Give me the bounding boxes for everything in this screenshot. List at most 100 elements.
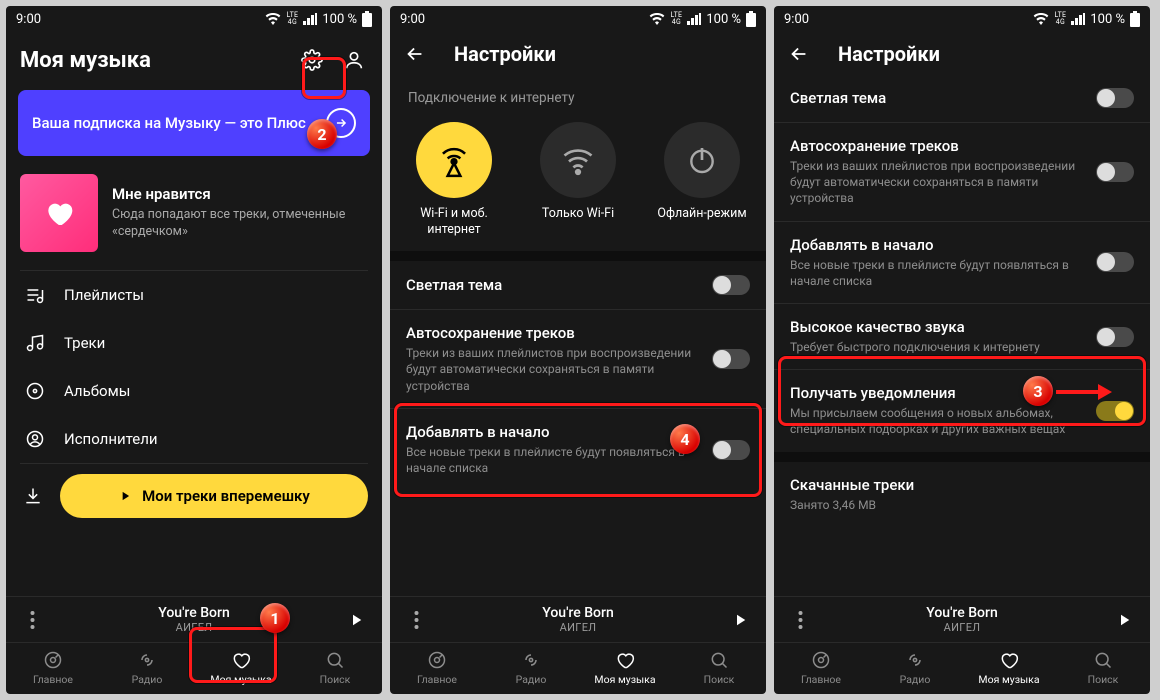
wifi-icon [265, 13, 281, 25]
more-icon[interactable] [18, 611, 46, 629]
menu-label: Альбомы [64, 382, 130, 400]
tab-search[interactable]: Поиск [672, 643, 766, 694]
net-modes: Wi-Fi и моб. интернет Только Wi-Fi Офлай… [390, 116, 766, 251]
tab-radio[interactable]: Радио [868, 643, 962, 694]
battery-percent: 100 % [706, 12, 741, 27]
antenna-icon [416, 122, 492, 198]
menu-playlists[interactable]: Плейлисты [6, 271, 382, 319]
row-autosave[interactable]: Автосохранение треков Треки из ваших пле… [390, 310, 766, 408]
download-icon[interactable] [20, 486, 46, 506]
tab-mymusic[interactable]: Моя музыка [578, 643, 672, 694]
app-header: Настройки [390, 32, 766, 74]
tab-home[interactable]: Главное [774, 643, 868, 694]
tab-radio[interactable]: Радио [100, 643, 194, 694]
wifi-icon [649, 13, 665, 25]
arrow-right-icon [1056, 382, 1112, 402]
status-time: 9:00 [784, 12, 809, 27]
status-time: 9:00 [400, 12, 425, 27]
battery-icon [1130, 11, 1140, 27]
row-autosave[interactable]: Автосохранение трековТреки из ваших плей… [774, 123, 1150, 221]
signal-icon [303, 13, 317, 25]
status-bar: 9:00 LTE4G 100 % [6, 6, 382, 32]
row-downloaded[interactable]: Скачанные трекиЗанято 3,46 MB [774, 462, 1150, 527]
menu-tracks[interactable]: Треки [6, 319, 382, 367]
tab-home[interactable]: Главное [6, 643, 100, 694]
network-lte-icon: LTE4G [1054, 12, 1066, 26]
toggle-switch[interactable] [712, 275, 750, 295]
disc-icon [24, 381, 46, 401]
track-title: You're Born [54, 605, 334, 621]
network-lte-icon: LTE4G [286, 12, 298, 26]
toggle-switch[interactable] [1096, 88, 1134, 108]
row-addtop[interactable]: Добавлять в начало Все новые треки в пле… [390, 409, 766, 490]
mini-player[interactable]: You're BornАИГЕЛ [774, 596, 1150, 642]
settings-button[interactable] [294, 42, 330, 78]
net-offline[interactable]: Офлайн-режим [652, 122, 752, 237]
back-button[interactable] [788, 43, 828, 65]
network-lte-icon: LTE4G [670, 12, 682, 26]
status-bar: 9:00 LTE4G 100 % [390, 6, 766, 32]
callout-badge-2: 2 [307, 119, 337, 149]
signal-icon [1071, 13, 1085, 25]
mini-player[interactable]: You're BornАИГЕЛ [390, 596, 766, 642]
power-icon [664, 122, 740, 198]
tab-search[interactable]: Поиск [288, 643, 382, 694]
note-icon [24, 333, 46, 353]
menu-label: Исполнители [64, 430, 158, 448]
tab-mymusic[interactable]: Моя музыка [962, 643, 1056, 694]
wifi-icon [540, 122, 616, 198]
tab-radio[interactable]: Радио [484, 643, 578, 694]
tab-bar: Главное Радио Моя музыка Поиск [774, 642, 1150, 694]
tab-bar: Главное Радио Моя музыка Поиск [6, 642, 382, 694]
liked-block[interactable]: Мне нравится Сюда попадают все треки, от… [6, 166, 382, 270]
toggle-switch[interactable] [1096, 327, 1134, 347]
status-time: 9:00 [16, 12, 41, 27]
tab-mymusic[interactable]: Моя музыка [194, 643, 288, 694]
page-title: Настройки [838, 42, 1136, 66]
back-button[interactable] [404, 43, 444, 65]
net-wifi-mob[interactable]: Wi-Fi и моб. интернет [404, 122, 504, 237]
mini-player[interactable]: You're Born АИГЕЛ [6, 596, 382, 642]
more-icon[interactable] [402, 611, 430, 629]
liked-title: Мне нравится [112, 185, 368, 203]
toggle-switch[interactable] [712, 440, 750, 460]
liked-subtitle: Сюда попадают все треки, отмеченные «сер… [112, 207, 368, 241]
menu-artists[interactable]: Исполнители [6, 415, 382, 463]
home-icon [43, 650, 63, 670]
toggle-switch[interactable] [1096, 162, 1134, 182]
shuffle-button[interactable]: Мои треки вперемешку [60, 474, 368, 518]
search-icon [325, 650, 345, 670]
toggle-switch[interactable] [1096, 401, 1134, 421]
promo-text: Ваша подписка на Музыку — это Плюс [32, 114, 306, 132]
play-icon[interactable] [726, 611, 754, 629]
row-light-theme[interactable]: Светлая тема [390, 261, 766, 309]
toggle-switch[interactable] [1096, 252, 1134, 272]
shuffle-label: Мои треки вперемешку [142, 487, 310, 505]
play-icon[interactable] [1110, 611, 1138, 629]
tab-home[interactable]: Главное [390, 643, 484, 694]
row-hq-audio[interactable]: Высокое качество звукаТребует быстрого п… [774, 304, 1150, 369]
more-icon[interactable] [786, 611, 814, 629]
phone-screen-2: 9:00 LTE4G 100 % Настройки Подключение к… [390, 6, 766, 694]
row-light-theme[interactable]: Светлая тема [774, 74, 1150, 122]
callout-badge-3: 3 [1023, 376, 1053, 406]
track-artist: АИГЕЛ [54, 621, 334, 634]
section-label-net: Подключение к интернету [390, 74, 766, 116]
app-header: Моя музыка [6, 32, 382, 86]
artist-icon [24, 429, 46, 449]
heart-icon [231, 650, 251, 670]
app-header: Настройки [774, 32, 1150, 74]
play-icon[interactable] [342, 611, 370, 629]
phone-screen-1: 9:00 LTE4G 100 % Моя музыка Ваша подписк… [6, 6, 382, 694]
tab-search[interactable]: Поиск [1056, 643, 1150, 694]
row-addtop[interactable]: Добавлять в началоВсе новые треки в плей… [774, 222, 1150, 303]
net-wifi[interactable]: Только Wi-Fi [528, 122, 628, 237]
menu-label: Треки [64, 334, 105, 352]
tab-bar: Главное Радио Моя музыка Поиск [390, 642, 766, 694]
toggle-switch[interactable] [712, 349, 750, 369]
battery-percent: 100 % [1090, 12, 1125, 27]
profile-button[interactable] [340, 42, 368, 78]
menu-albums[interactable]: Альбомы [6, 367, 382, 415]
battery-icon [746, 11, 756, 27]
liked-cover [20, 174, 98, 252]
